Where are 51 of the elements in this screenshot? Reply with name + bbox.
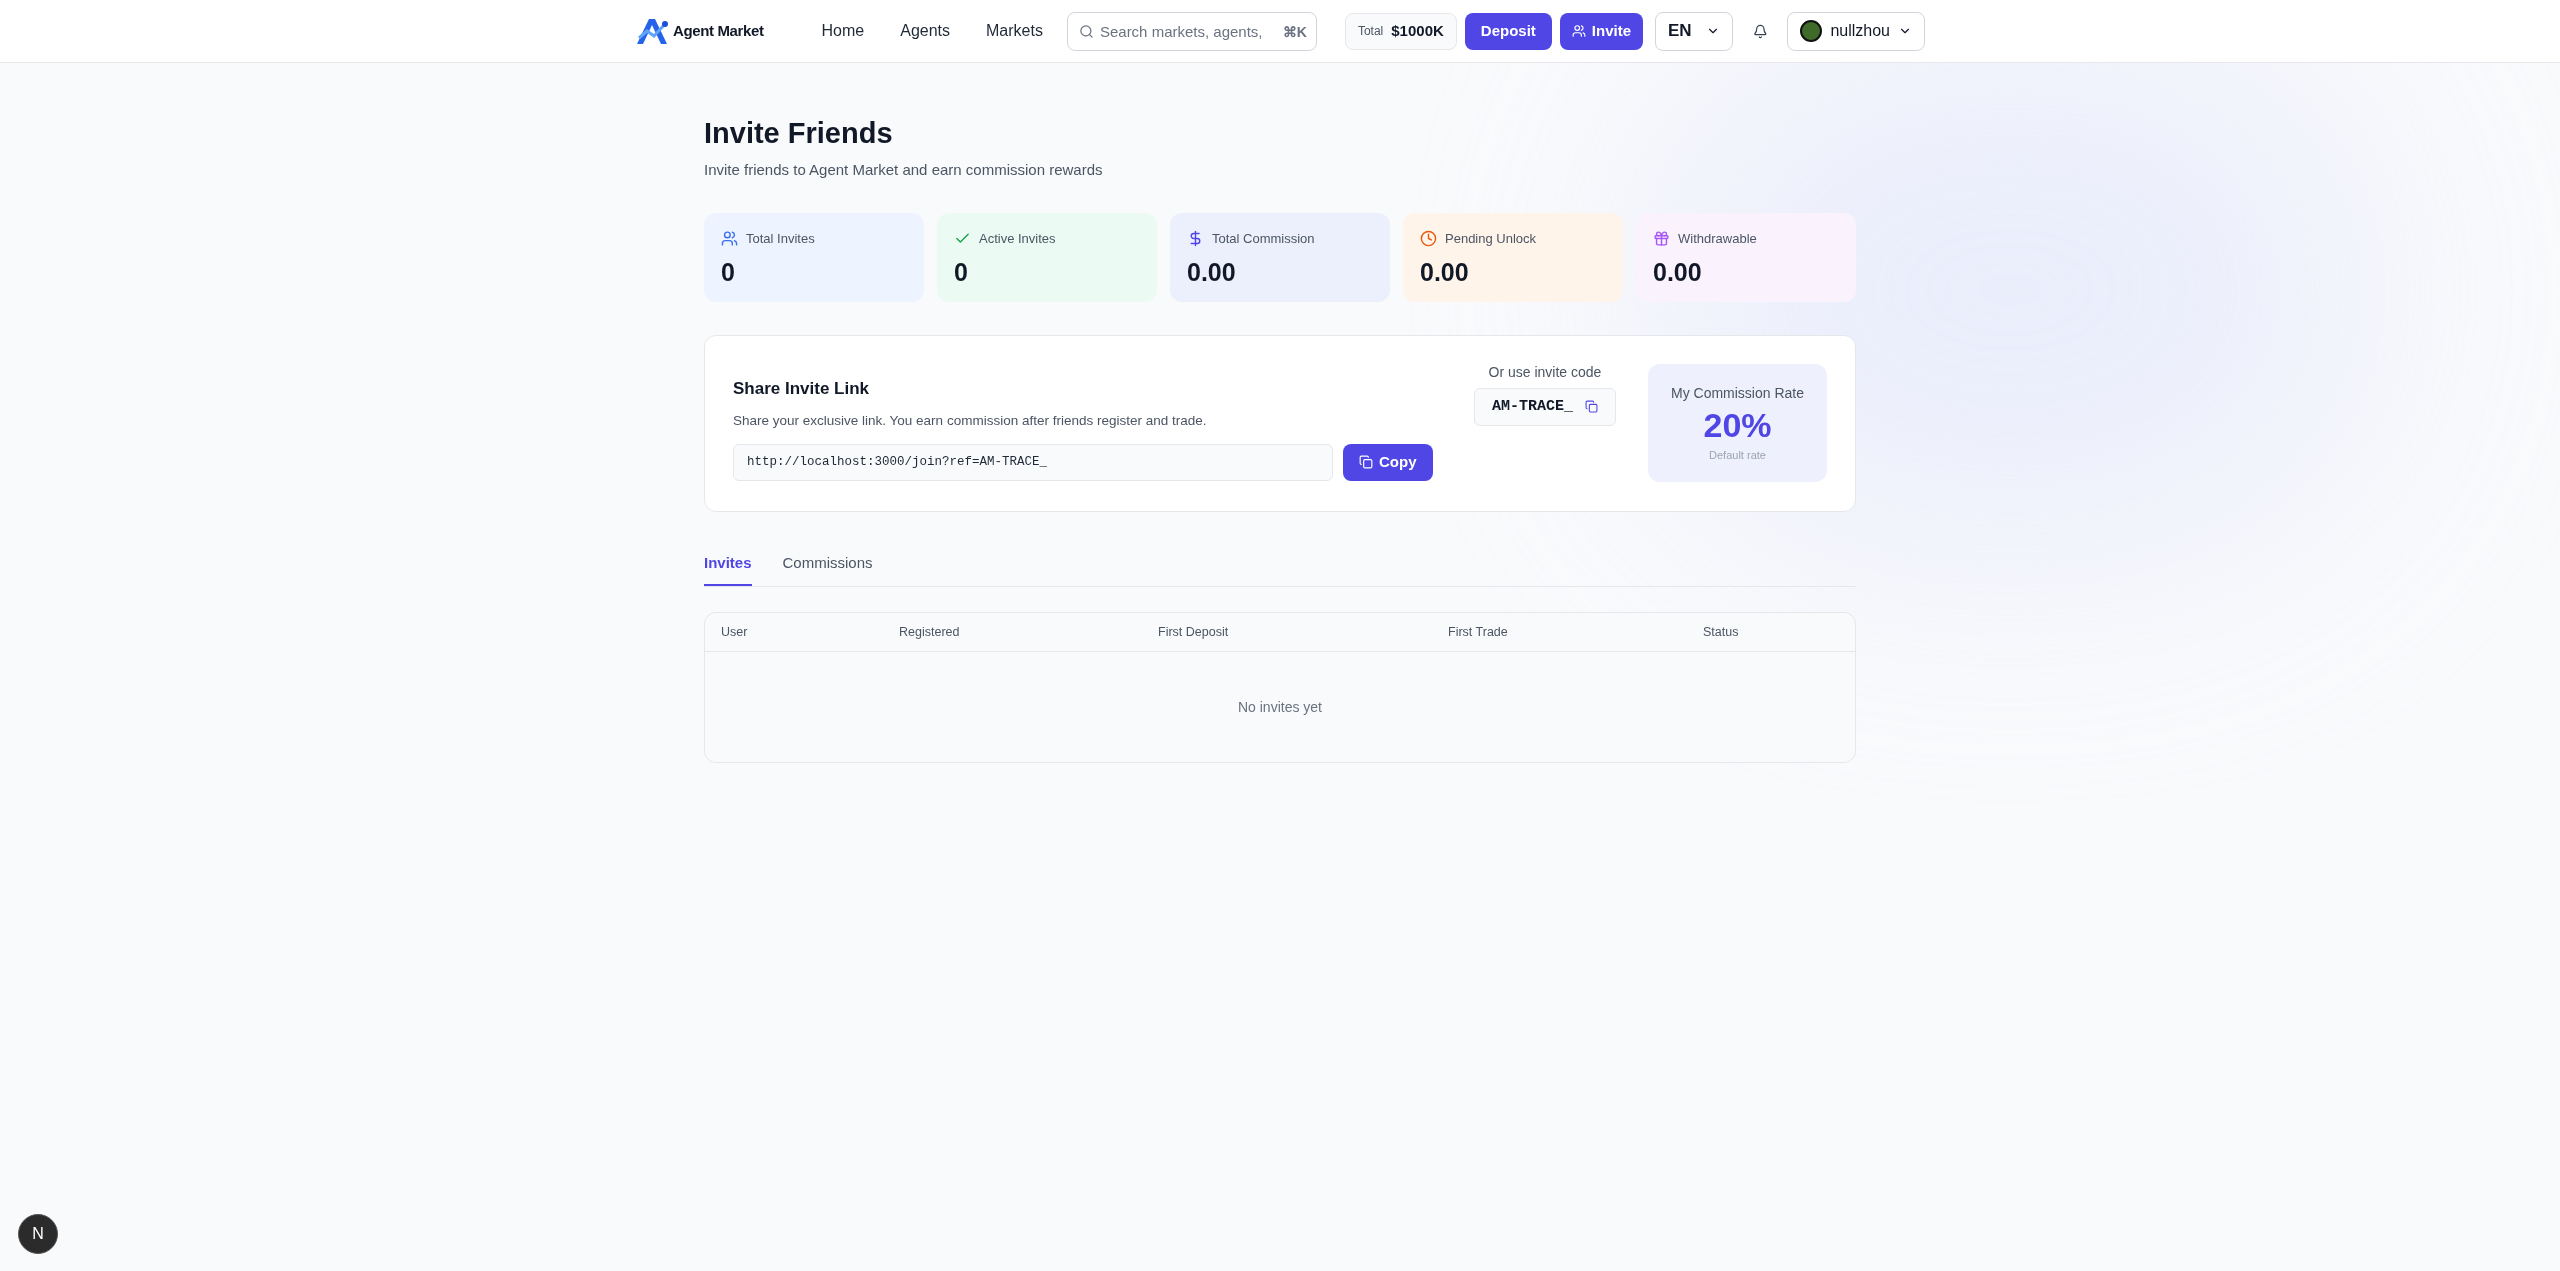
tab[interactable]: Commissions bbox=[782, 551, 873, 587]
brand-name[interactable]: Agent Market bbox=[673, 19, 764, 43]
share-description: Share your exclusive link. You earn commission after friends register and trade. bbox=[733, 412, 1208, 431]
stat-value: 0.00 bbox=[1187, 257, 1237, 289]
empty-message: No invites yet bbox=[1237, 697, 1322, 717]
column-header: First Trade bbox=[1448, 623, 1509, 641]
notification-bell-icon[interactable] bbox=[1752, 22, 1768, 40]
rate-value: 20% bbox=[1703, 405, 1772, 447]
tab[interactable]: Invites bbox=[704, 551, 752, 587]
column-header: Registered bbox=[899, 623, 961, 641]
share-title: Share Invite Link bbox=[733, 377, 871, 400]
nav-link[interactable]: Agents bbox=[900, 19, 951, 43]
stat-icon bbox=[1653, 230, 1670, 247]
page-subtitle: Invite friends to Agent Market and earn commission rewards bbox=[704, 160, 1104, 181]
stat-value: 0.00 bbox=[1420, 257, 1470, 289]
column-header: Status bbox=[1703, 623, 1740, 641]
deposit-button[interactable]: Deposit bbox=[1464, 12, 1552, 50]
page-title: Invite Friends bbox=[704, 116, 894, 151]
rate-note: Default rate bbox=[1709, 447, 1766, 463]
invite-code-label: Or use invite code bbox=[1488, 362, 1602, 382]
column-header: User bbox=[721, 623, 749, 641]
logo-icon bbox=[635, 16, 669, 46]
user-menu[interactable]: nullzhou bbox=[1787, 11, 1925, 51]
invite-code-box[interactable]: AM-TRACE_ bbox=[1474, 387, 1616, 426]
stat-label: Total Commission bbox=[1212, 229, 1315, 248]
invite-link-field[interactable]: http://localhost:3000/join?ref=AM-TRACE_ bbox=[733, 443, 1333, 481]
stat-label: Withdrawable bbox=[1678, 229, 1757, 248]
stat-value: 0 bbox=[954, 257, 969, 289]
copy-button[interactable]: Copy bbox=[1343, 443, 1433, 481]
nav-link[interactable]: Markets bbox=[986, 19, 1043, 43]
invite-button[interactable]: Invite bbox=[1559, 12, 1643, 50]
copy-icon bbox=[1359, 455, 1373, 470]
column-header: First Deposit bbox=[1158, 623, 1230, 641]
stat-icon bbox=[721, 230, 738, 247]
stat-label: Total Invites bbox=[746, 229, 815, 248]
stat-label: Active Invites bbox=[979, 229, 1056, 248]
search-icon bbox=[1078, 23, 1094, 39]
invite-code: AM-TRACE_ bbox=[1492, 396, 1573, 417]
copy-icon[interactable] bbox=[1585, 400, 1598, 414]
rate-label: My Commission Rate bbox=[1671, 384, 1804, 404]
balance-chip[interactable]: Total $1000K bbox=[1344, 12, 1457, 50]
dev-indicator-badge[interactable]: N bbox=[18, 1214, 58, 1254]
stat-value: 0 bbox=[721, 257, 736, 289]
shortcut-hint: ⌘K bbox=[1282, 22, 1307, 42]
nav-link[interactable]: Home bbox=[821, 19, 865, 43]
language-select[interactable]: EN bbox=[1655, 11, 1733, 51]
users-icon bbox=[1571, 24, 1586, 38]
stat-label: Pending Unlock bbox=[1445, 229, 1537, 248]
stat-value: 0.00 bbox=[1653, 257, 1703, 289]
stat-icon bbox=[1420, 230, 1437, 247]
avatar-icon bbox=[1800, 20, 1823, 42]
